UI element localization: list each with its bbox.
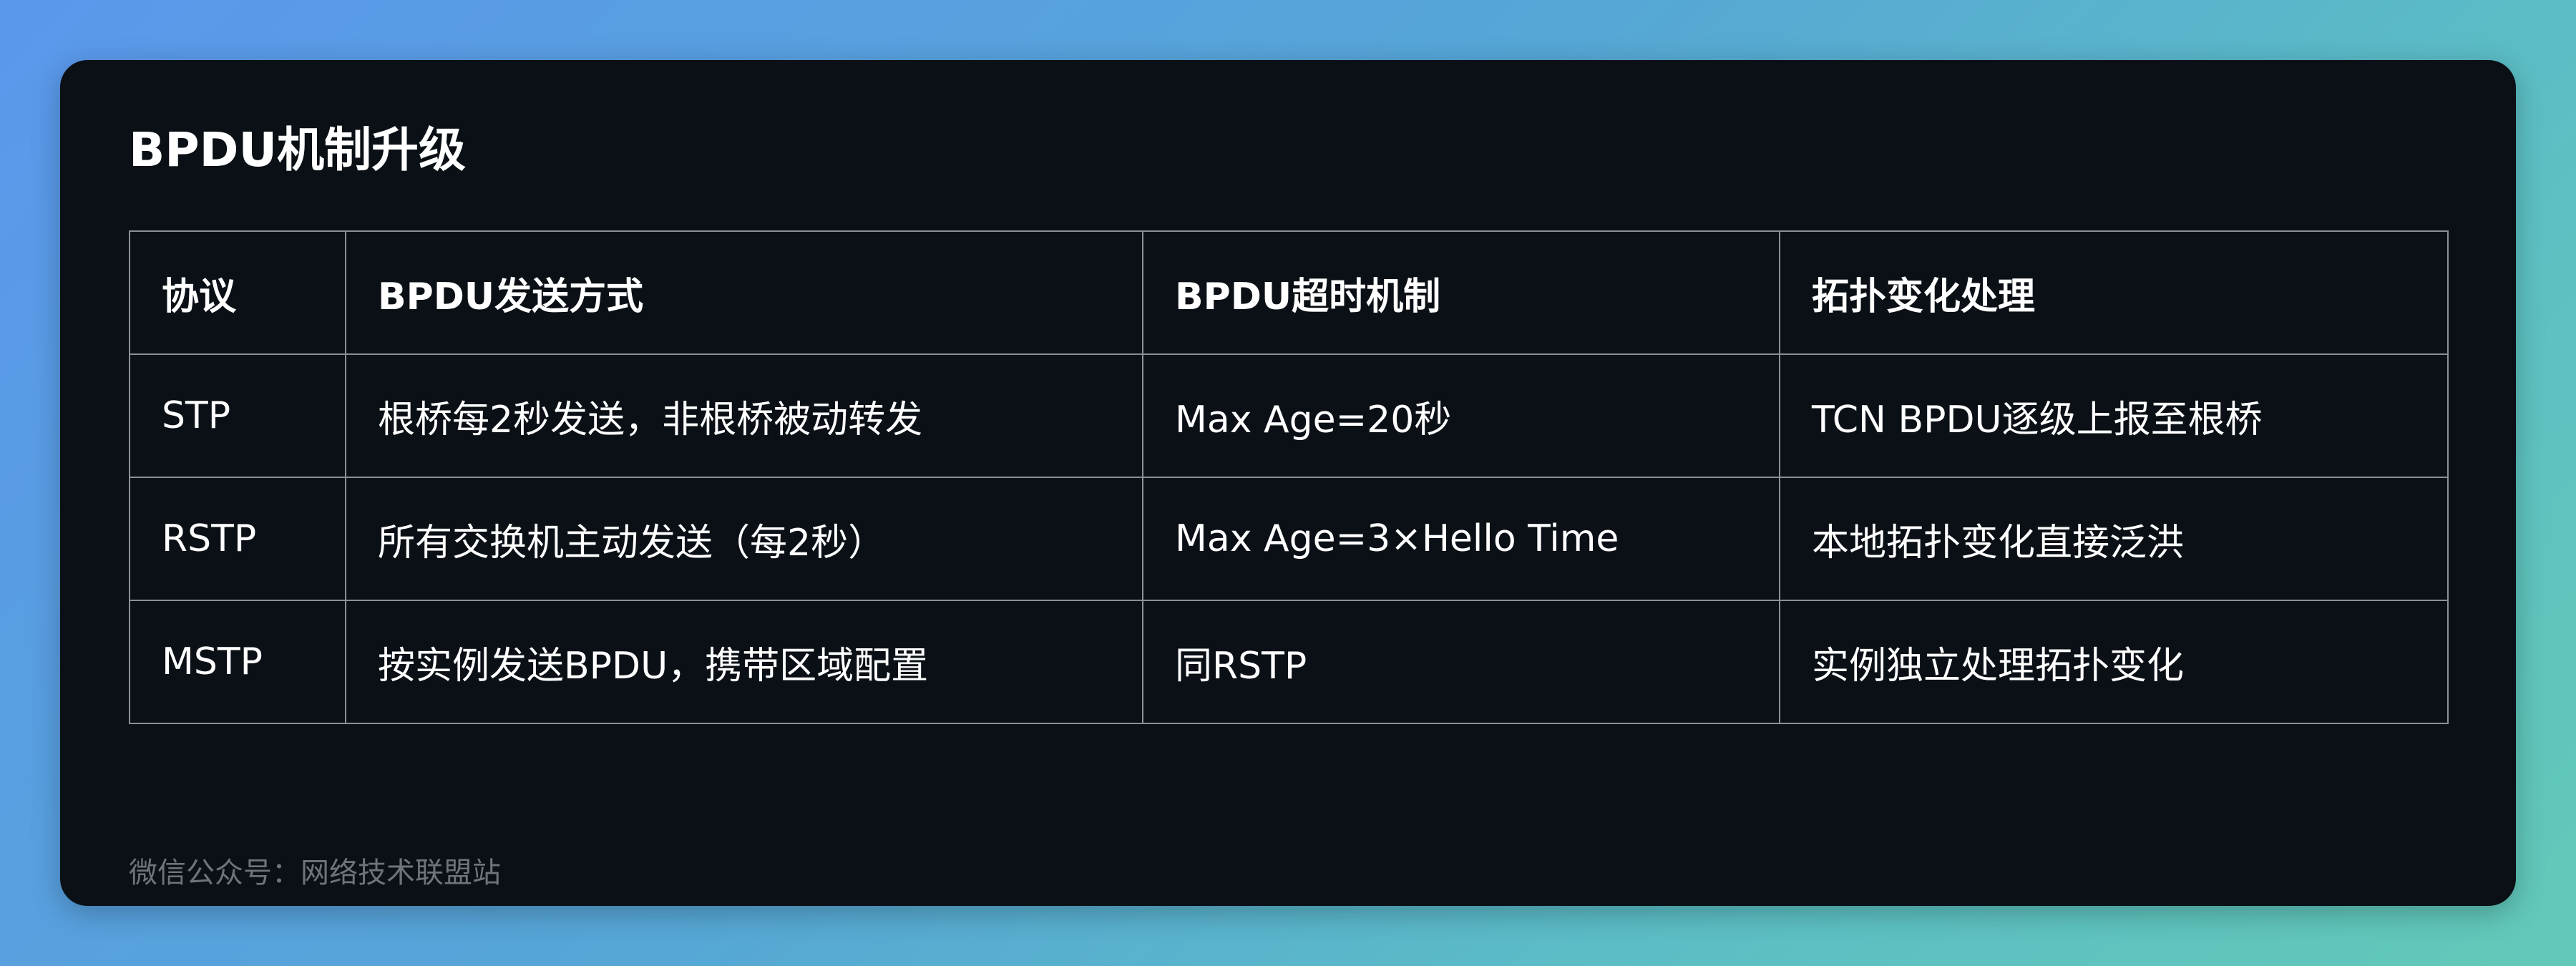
cell-protocol: STP [129, 353, 346, 478]
footer-credit: 微信公众号：网络技术联盟站 [129, 857, 501, 889]
table-row: STP 根桥每2秒发送，非根桥被动转发 Max Age=20秒 TCN BPDU… [129, 353, 2449, 478]
header-bpdu-send-mode: BPDU发送方式 [345, 230, 1143, 355]
content-card: BPDU机制升级 协议 BPDU发送方式 BPDU超时机制 拓扑变化处理 STP… [60, 60, 2516, 906]
cell-topology-change: 实例独立处理拓扑变化 [1779, 600, 2449, 724]
cell-bpdu-timeout: 同RSTP [1142, 600, 1780, 724]
cell-bpdu-send-mode: 根桥每2秒发送，非根桥被动转发 [345, 353, 1143, 478]
table-row: MSTP 按实例发送BPDU，携带区域配置 同RSTP 实例独立处理拓扑变化 [129, 600, 2449, 724]
comparison-table: 协议 BPDU发送方式 BPDU超时机制 拓扑变化处理 STP 根桥每2秒发送，… [129, 230, 2449, 724]
cell-bpdu-timeout: Max Age=20秒 [1142, 353, 1780, 478]
table-row: RSTP 所有交换机主动发送（每2秒） Max Age=3×Hello Time… [129, 477, 2449, 601]
header-topology-change: 拓扑变化处理 [1779, 230, 2449, 355]
cell-protocol: MSTP [129, 600, 346, 724]
cell-bpdu-timeout: Max Age=3×Hello Time [1142, 477, 1780, 601]
cell-bpdu-send-mode: 按实例发送BPDU，携带区域配置 [345, 600, 1143, 724]
header-protocol: 协议 [129, 230, 346, 355]
cell-protocol: RSTP [129, 477, 346, 601]
cell-topology-change: TCN BPDU逐级上报至根桥 [1779, 353, 2449, 478]
table-header-row: 协议 BPDU发送方式 BPDU超时机制 拓扑变化处理 [129, 230, 2449, 355]
header-bpdu-timeout: BPDU超时机制 [1142, 230, 1780, 355]
cell-topology-change: 本地拓扑变化直接泛洪 [1779, 477, 2449, 601]
cell-bpdu-send-mode: 所有交换机主动发送（每2秒） [345, 477, 1143, 601]
page-title: BPDU机制升级 [129, 122, 467, 177]
